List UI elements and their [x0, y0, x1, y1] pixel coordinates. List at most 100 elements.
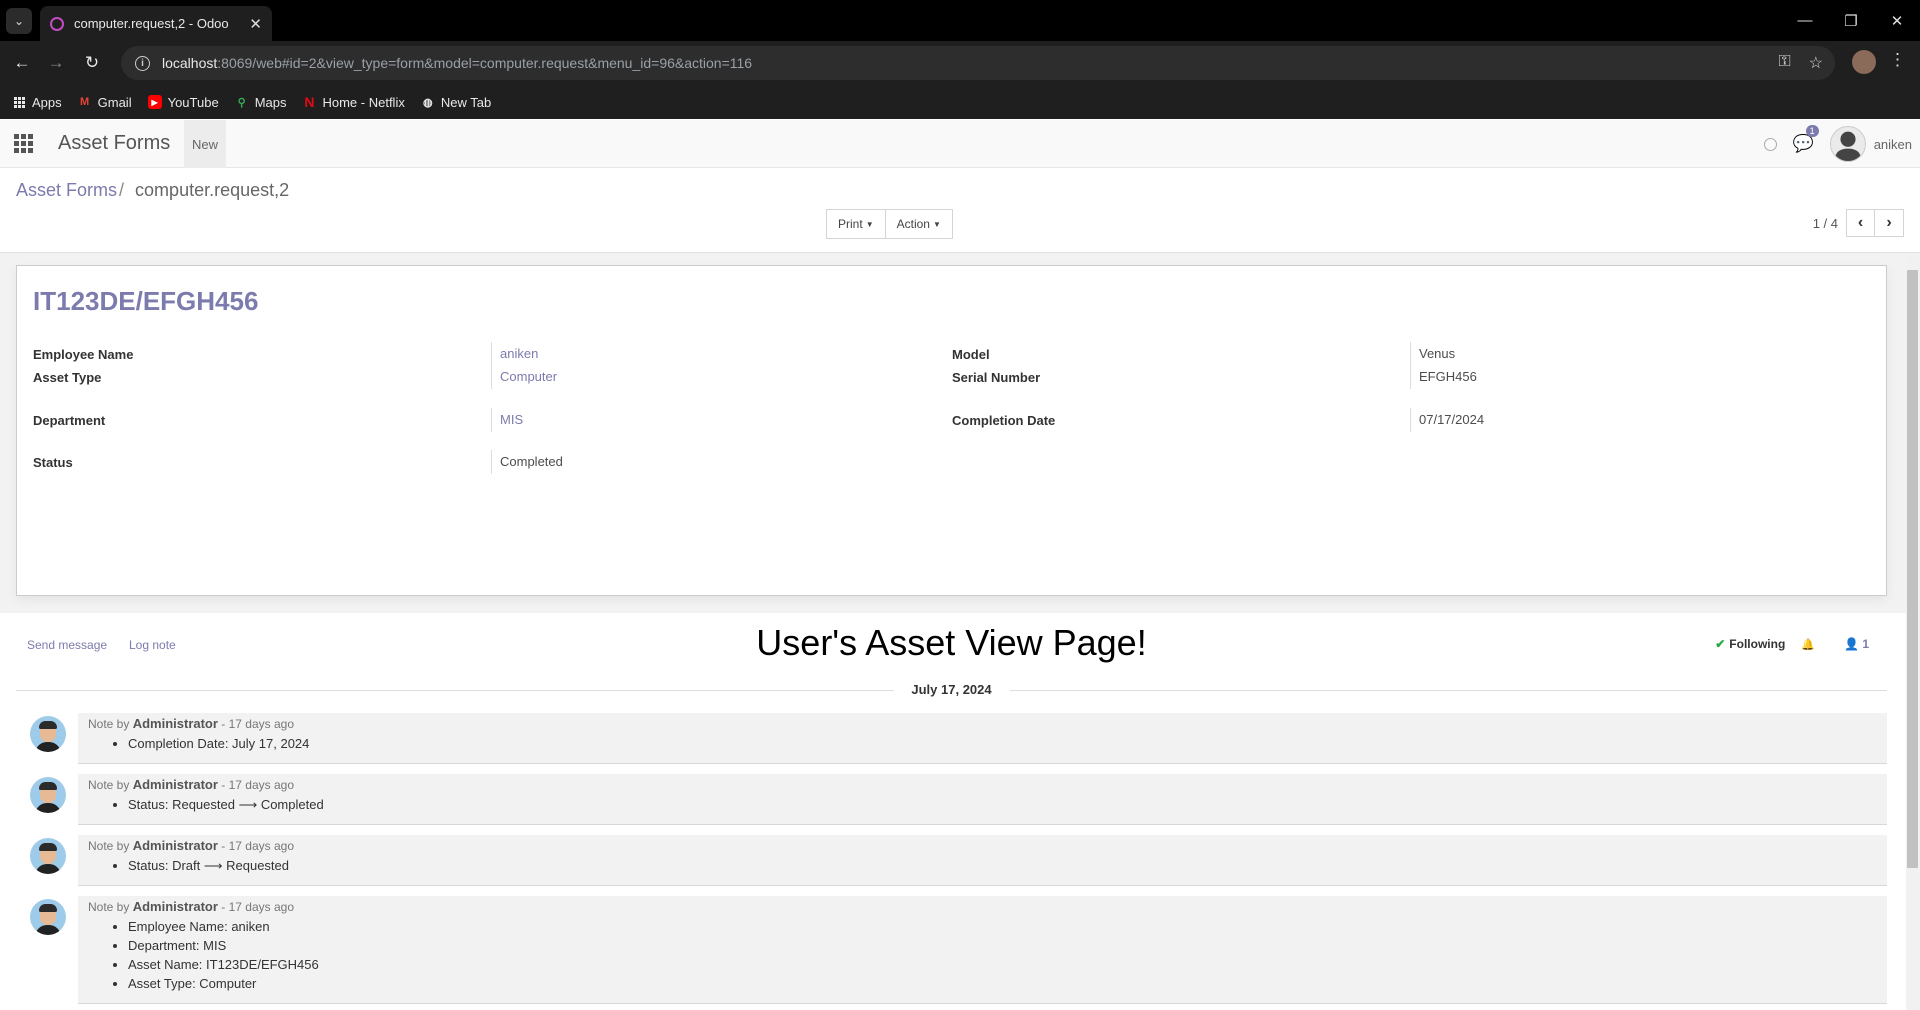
systray: 💬 1 aniken: [1763, 125, 1912, 162]
tracking-values-list: Completion Date: July 17, 2024: [88, 734, 1877, 753]
asset-type-field[interactable]: Computer: [491, 365, 557, 389]
message-thread: Note by Administrator - 17 days ago Comp…: [16, 713, 1887, 1004]
forward-arrow-icon[interactable]: →: [42, 49, 70, 77]
record-title: IT123DE/EFGH456: [33, 286, 259, 316]
bookmark-label: New Tab: [440, 94, 492, 110]
message-count-badge: 1: [1805, 125, 1819, 137]
menu-new[interactable]: New: [184, 120, 227, 168]
message-bubble: Note by Administrator - 17 days ago Empl…: [78, 896, 1887, 1004]
user-name[interactable]: aniken: [1874, 137, 1912, 152]
message-prefix: Note by: [88, 900, 130, 914]
chatter: User's Asset View Page! Send message Log…: [16, 613, 1887, 1004]
message-bubble: Note by Administrator - 17 days ago Stat…: [78, 774, 1887, 825]
bookmark-gmail[interactable]: M Gmail: [78, 95, 132, 110]
close-window-icon[interactable]: ✕: [1874, 0, 1920, 41]
pager-next-icon[interactable]: ›: [1875, 209, 1904, 237]
password-key-icon[interactable]: ⚿: [1778, 53, 1790, 73]
reload-icon[interactable]: ↻: [78, 49, 106, 77]
caret-down-icon: ▼: [932, 219, 941, 229]
pager-previous-icon[interactable]: ‹: [1846, 209, 1875, 237]
message-author[interactable]: Administrator: [133, 716, 218, 731]
tracking-value: Asset Name: IT123DE/EFGH456: [128, 955, 1877, 974]
following-label: Following: [1729, 637, 1786, 651]
message-header: Note by Administrator - 17 days ago: [88, 899, 1877, 914]
message-prefix: Note by: [88, 717, 130, 731]
message-prefix: Note by: [88, 778, 130, 792]
message-author[interactable]: Administrator: [133, 838, 218, 853]
department-label: Department: [33, 413, 106, 428]
address-bar[interactable]: i localhost:8069/web#id=2&view_type=form…: [121, 46, 1835, 80]
send-message-button[interactable]: Send message: [27, 638, 107, 652]
control-panel: Asset Forms / computer.request,2 Print ▼ …: [0, 168, 1920, 253]
bookmark-apps[interactable]: Apps: [12, 95, 62, 110]
browser-menu-icon[interactable]: ⋮: [1889, 50, 1906, 70]
url-host: localhost: [162, 55, 218, 71]
url-path: :8069/web#id=2&view_type=form&model=comp…: [217, 55, 753, 71]
bell-icon[interactable]: 🔔: [1801, 638, 1815, 651]
activity-clock-icon[interactable]: [1763, 137, 1777, 151]
pager-value[interactable]: 1 / 4: [1813, 216, 1838, 231]
message-author[interactable]: Administrator: [133, 777, 218, 792]
bookmark-label: YouTube: [167, 94, 219, 110]
chatter-topbar: User's Asset View Page! Send message Log…: [16, 613, 1887, 675]
tab-search-button[interactable]: ⌄: [6, 8, 32, 34]
window-controls: — ❐ ✕: [1782, 0, 1920, 41]
author-avatar[interactable]: [30, 777, 66, 813]
serial-number-field[interactable]: EFGH456: [1410, 365, 1477, 389]
back-arrow-icon[interactable]: ←: [8, 49, 36, 77]
status-field[interactable]: Completed: [491, 450, 563, 474]
app-menu-grid-icon[interactable]: [14, 134, 33, 153]
tracking-value: Department: MIS: [128, 936, 1877, 955]
status-label: Status: [33, 455, 73, 470]
page-scrollbar-thumb[interactable]: [1907, 270, 1918, 868]
bookmark-label: Gmail: [97, 94, 132, 110]
minimize-icon[interactable]: —: [1782, 0, 1828, 41]
message-time: - 17 days ago: [217, 717, 294, 731]
author-avatar[interactable]: [30, 838, 66, 874]
check-icon: ✔: [1715, 637, 1726, 651]
log-note-button[interactable]: Log note: [129, 638, 176, 652]
gmail-icon: M: [80, 96, 90, 108]
chatter-message: Note by Administrator - 17 days ago Empl…: [16, 896, 1887, 1004]
employee-name-label: Employee Name: [33, 347, 134, 362]
netflix-icon: N: [304, 94, 315, 110]
bookmark-star-icon[interactable]: ☆: [1809, 53, 1823, 73]
user-avatar[interactable]: [1829, 126, 1866, 162]
model-field[interactable]: Venus: [1410, 342, 1455, 366]
department-field[interactable]: MIS: [491, 408, 523, 432]
tracking-values-list: Status: Requested ⟶ Completed: [88, 795, 1877, 814]
site-info-icon[interactable]: i: [135, 55, 150, 71]
action-dropdown-button[interactable]: Action ▼: [885, 209, 953, 239]
completion-date-field[interactable]: 07/17/2024: [1410, 408, 1484, 432]
browser-profile-avatar[interactable]: [1852, 50, 1876, 74]
tracking-value: Status: Requested ⟶ Completed: [128, 795, 1877, 814]
employee-name-field[interactable]: aniken: [491, 342, 538, 366]
following-button[interactable]: ✔ Following 🔔: [1715, 637, 1815, 651]
author-avatar[interactable]: [30, 716, 66, 752]
message-header: Note by Administrator - 17 days ago: [88, 716, 1877, 731]
breadcrumb-current: computer.request,2: [135, 180, 290, 200]
app-name[interactable]: Asset Forms: [58, 132, 170, 155]
bookmark-maps[interactable]: ⚲ Maps: [235, 95, 287, 110]
bookmark-youtube[interactable]: ▶ YouTube: [147, 94, 219, 110]
tracking-value: Asset Type: Computer: [128, 974, 1877, 993]
author-avatar[interactable]: [30, 899, 66, 935]
tracking-values-list: Employee Name: aniken Department: MIS As…: [88, 917, 1877, 993]
messaging-menu[interactable]: 💬 1: [1793, 125, 1819, 154]
message-header: Note by Administrator - 17 days ago: [88, 838, 1877, 853]
restore-icon[interactable]: ❐: [1828, 0, 1874, 41]
breadcrumb-asset-forms[interactable]: Asset Forms: [16, 180, 117, 200]
bookmark-label: Home - Netflix: [322, 94, 405, 110]
chatter-message: Note by Administrator - 17 days ago Stat…: [16, 774, 1887, 825]
odoo-main-navbar: Asset Forms New 💬 1 aniken: [0, 120, 1920, 168]
breadcrumb: Asset Forms / computer.request,2: [16, 180, 289, 201]
message-time: - 17 days ago: [217, 778, 294, 792]
print-dropdown-button[interactable]: Print ▼: [826, 209, 886, 239]
date-separator: July 17, 2024: [16, 677, 1887, 703]
bookmark-netflix[interactable]: N Home - Netflix: [302, 94, 405, 110]
browser-tab[interactable]: computer.request,2 - Odoo ✕: [40, 6, 272, 41]
close-tab-icon[interactable]: ✕: [249, 15, 262, 33]
message-author[interactable]: Administrator: [133, 899, 218, 914]
followers-button[interactable]: 👤 1: [1844, 637, 1869, 651]
bookmark-new-tab[interactable]: ◍ New Tab: [421, 95, 491, 110]
